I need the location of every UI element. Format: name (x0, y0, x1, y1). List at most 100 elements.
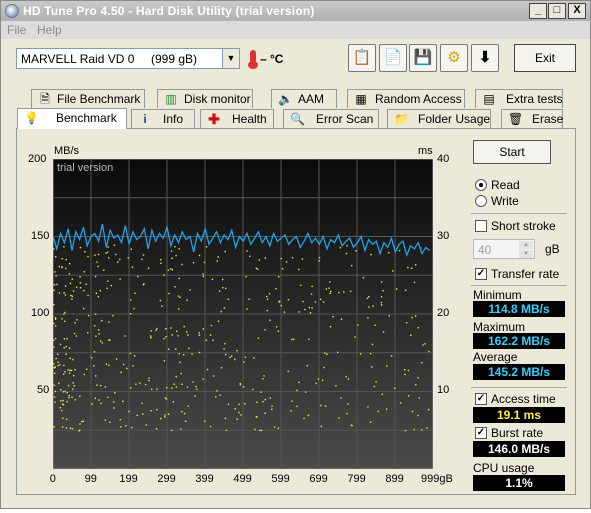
access-time-point (137, 275, 139, 278)
options-icon: ⚙ (447, 49, 461, 66)
access-time-point (110, 284, 112, 287)
access-time-point (129, 352, 132, 355)
tab-health[interactable]: ✚ Health (200, 109, 274, 128)
access-time-point (388, 315, 390, 317)
access-time-point (98, 399, 100, 401)
spin-up-icon[interactable]: ▲ (519, 241, 533, 249)
save-button[interactable]: 💾 (409, 44, 437, 72)
tab-random-access[interactable]: ▦ Random Access (347, 89, 465, 108)
access-time-point (298, 311, 300, 313)
access-time-point (218, 290, 221, 292)
menu-help[interactable]: Help (37, 23, 62, 37)
access-time-point (53, 346, 55, 348)
access-time-point (225, 429, 227, 431)
access-time-point (198, 254, 201, 257)
access-time-point (53, 304, 55, 306)
burst-rate-value: 146.0 MB/s (473, 441, 565, 457)
copy-text-button[interactable]: 📄 (379, 44, 407, 72)
chevron-down-icon[interactable]: ▼ (222, 49, 239, 68)
options-button[interactable]: ⚙ (440, 44, 468, 72)
write-radio[interactable] (475, 195, 487, 207)
access-time-point (351, 264, 353, 267)
download-button[interactable]: ⬇ (471, 44, 499, 72)
maximize-button[interactable]: □ (548, 3, 566, 19)
access-time-point (53, 396, 56, 398)
start-button[interactable]: Start (473, 140, 551, 164)
short-stroke-checkbox[interactable] (475, 220, 487, 232)
access-time-point (107, 280, 109, 282)
access-time-point (405, 289, 407, 291)
exit-button[interactable]: Exit (514, 44, 576, 72)
access-time-point (54, 271, 56, 273)
tab-folder-usage[interactable]: 📁 Folder Usage (387, 109, 491, 128)
tab-extra-tests[interactable]: ▤ Extra tests (475, 89, 563, 108)
access-time-point (67, 369, 69, 371)
tab-error-scan[interactable]: 🔍 Error Scan (283, 109, 379, 128)
access-time-point (260, 391, 262, 393)
access-time-point (72, 358, 74, 361)
close-button[interactable]: X (568, 3, 586, 19)
access-time-point (220, 367, 223, 369)
window-title: HD Tune Pro 4.50 - Hard Disk Utility (tr… (23, 4, 315, 18)
access-time-checkbox[interactable]: ✓ (475, 393, 487, 405)
access-time-point (139, 382, 141, 384)
access-time-point (216, 260, 218, 262)
burst-rate-checkbox[interactable]: ✓ (475, 427, 487, 439)
access-time-point (317, 378, 320, 380)
tab-info[interactable]: i Info (131, 109, 195, 128)
access-time-point (422, 344, 424, 346)
x-tick-label: 399 (195, 473, 214, 485)
minimize-button[interactable]: _ (529, 3, 547, 19)
access-time-point (349, 290, 352, 292)
access-time-point (242, 386, 245, 388)
access-time-point (315, 382, 317, 385)
access-time-point (93, 365, 95, 367)
access-time-point (368, 306, 370, 308)
access-time-point (69, 282, 72, 285)
access-time-point (407, 266, 409, 269)
access-time-point (192, 262, 195, 264)
access-time-point (64, 294, 67, 296)
copy-info-button[interactable]: 📋 (348, 44, 376, 72)
x-tick-label: 799 (347, 473, 366, 485)
access-time-point (177, 335, 179, 337)
access-time-point (243, 361, 245, 363)
access-time-point (184, 420, 187, 422)
tab-disk-monitor[interactable]: ▥ Disk monitor (157, 89, 253, 108)
tab-benchmark[interactable]: 💡 Benchmark (17, 108, 127, 129)
access-time-point (386, 408, 388, 410)
access-time-point (261, 429, 263, 432)
tab-file-benchmark[interactable]: 🗎 File Benchmark (31, 89, 145, 108)
access-time-point (225, 353, 227, 356)
access-time-point (338, 292, 340, 294)
spin-down-icon[interactable]: ▼ (519, 250, 533, 258)
title-bar[interactable]: HD Tune Pro 4.50 - Hard Disk Utility (tr… (1, 1, 590, 21)
access-time-point (168, 348, 170, 350)
access-time-point (58, 292, 61, 294)
folder-icon: 📁 (394, 112, 409, 126)
access-time-point (266, 298, 269, 301)
access-time-point (150, 337, 152, 339)
access-time-point (337, 351, 339, 354)
bulb-icon: 💡 (24, 111, 39, 125)
access-time-point (93, 351, 96, 353)
access-time-point (371, 343, 374, 346)
access-time-point (136, 414, 138, 416)
tab-erase[interactable]: 🗑 Erase (501, 109, 563, 128)
read-radio[interactable] (475, 179, 487, 191)
access-time-point (172, 401, 174, 403)
access-time-point (287, 370, 289, 373)
tab-aam[interactable]: 🔈 AAM (271, 89, 337, 108)
access-time-point (161, 305, 163, 307)
access-time-point (306, 365, 308, 367)
access-time-point (71, 278, 73, 280)
access-time-point (79, 246, 82, 249)
access-time-point (266, 295, 268, 298)
drive-select[interactable]: MARVELL Raid VD 0 (999 gB) ▼ (16, 48, 240, 69)
access-time-point (174, 286, 176, 288)
access-time-point (87, 294, 89, 297)
short-stroke-input[interactable]: 40 ▲ ▼ (473, 239, 535, 259)
menu-file[interactable]: File (7, 23, 26, 37)
transfer-rate-checkbox[interactable]: ✓ (475, 268, 487, 280)
access-time-point (271, 408, 273, 410)
